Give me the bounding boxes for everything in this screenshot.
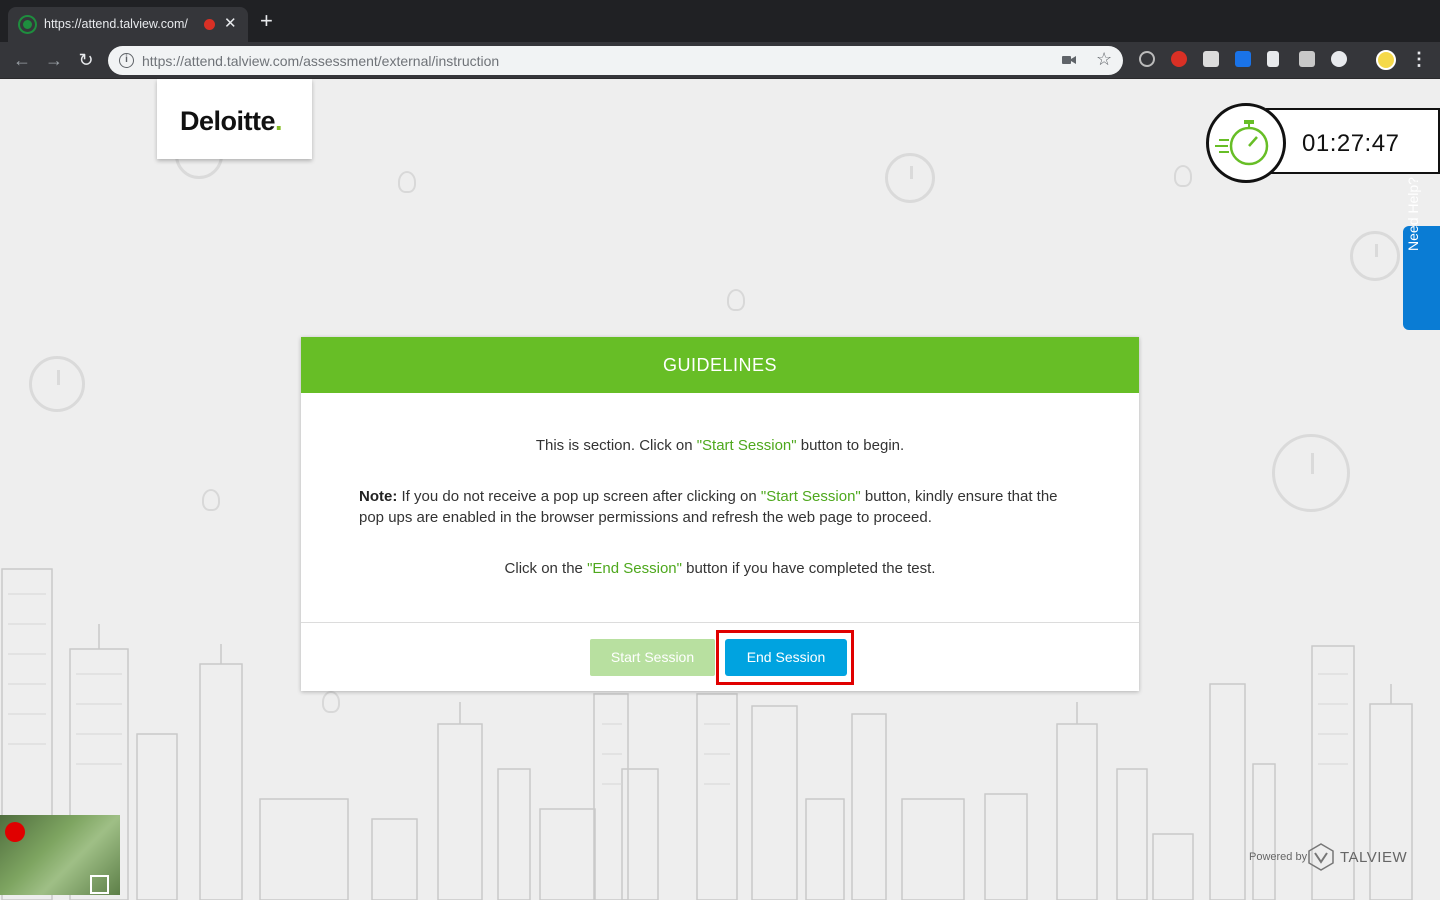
tab-title: https://attend.talview.com/ bbox=[44, 17, 188, 31]
extension-slack-icon[interactable] bbox=[1203, 51, 1219, 67]
timer-value: 01:27:47 bbox=[1302, 130, 1400, 157]
end-session-text: Click on the "End Session" button if you… bbox=[504, 560, 936, 577]
dialog-title: GUIDELINES bbox=[301, 337, 1139, 393]
profile-avatar-icon[interactable] bbox=[1376, 50, 1396, 70]
deloitte-logo: Deloitte. bbox=[180, 106, 283, 136]
new-tab-icon[interactable]: + bbox=[260, 10, 273, 32]
talview-logo-icon bbox=[1308, 843, 1334, 871]
close-tab-icon[interactable]: ✕ bbox=[224, 14, 237, 34]
stopwatch-icon bbox=[1206, 103, 1286, 183]
camera-in-use-icon[interactable] bbox=[1062, 54, 1076, 66]
background-clock-icon bbox=[1272, 434, 1350, 512]
background-bulb-icon bbox=[1174, 165, 1192, 187]
background-bulb-icon bbox=[398, 171, 416, 193]
extension-notes-icon[interactable] bbox=[1267, 51, 1279, 67]
webcam-preview[interactable] bbox=[0, 815, 120, 895]
background-bulb-icon bbox=[727, 289, 745, 311]
background-bulb-icon bbox=[202, 489, 220, 511]
background-clock-icon bbox=[29, 356, 85, 412]
need-help-label[interactable]: Need Help? bbox=[1405, 162, 1421, 266]
talview-brand-text: TALVIEW bbox=[1340, 849, 1408, 866]
back-arrow-icon[interactable]: ← bbox=[10, 48, 34, 72]
site-info-icon[interactable]: i bbox=[119, 53, 134, 68]
address-bar[interactable]: i https://attend.talview.com/assessment/… bbox=[108, 46, 1123, 75]
browser-tab-strip: https://attend.talview.com/ ✕ + bbox=[0, 0, 1440, 42]
reload-icon[interactable]: ↻ bbox=[74, 48, 98, 72]
extension-circle-icon[interactable] bbox=[1331, 51, 1347, 67]
end-session-highlight bbox=[716, 630, 854, 685]
bookmark-star-icon[interactable]: ☆ bbox=[1096, 49, 1112, 70]
company-logo-card: Deloitte. bbox=[157, 79, 312, 159]
intro-text: This is section. Click on "Start Session… bbox=[535, 437, 905, 454]
forward-arrow-icon[interactable]: → bbox=[42, 48, 66, 72]
start-session-button[interactable]: Start Session bbox=[590, 639, 715, 676]
extension-calendar-icon[interactable] bbox=[1235, 51, 1251, 67]
powered-by-label: Powered by bbox=[1249, 851, 1308, 863]
extension-sync-icon[interactable] bbox=[1139, 51, 1155, 67]
expand-preview-icon[interactable] bbox=[90, 875, 109, 894]
dialog-divider bbox=[301, 622, 1139, 623]
browser-menu-icon[interactable]: ⋮ bbox=[1410, 47, 1428, 71]
browser-toolbar: ← → ↻ i https://attend.talview.com/asses… bbox=[0, 42, 1440, 79]
background-clock-icon bbox=[1350, 231, 1400, 281]
extension-adblock-icon[interactable] bbox=[1171, 51, 1187, 67]
recording-dot-icon bbox=[5, 822, 25, 842]
site-favicon-icon bbox=[20, 17, 35, 32]
url-text[interactable]: https://attend.talview.com/assessment/ex… bbox=[142, 53, 499, 69]
extension-capture-icon[interactable] bbox=[1299, 51, 1315, 67]
recording-indicator-icon bbox=[204, 19, 215, 30]
note-text: Note: If you do not receive a pop up scr… bbox=[359, 488, 1058, 526]
browser-tab[interactable]: https://attend.talview.com/ ✕ bbox=[8, 7, 248, 42]
background-clock-icon bbox=[885, 153, 935, 203]
page-content: Deloitte. 01:27:47 Need Help? GUIDELINES… bbox=[0, 79, 1440, 900]
